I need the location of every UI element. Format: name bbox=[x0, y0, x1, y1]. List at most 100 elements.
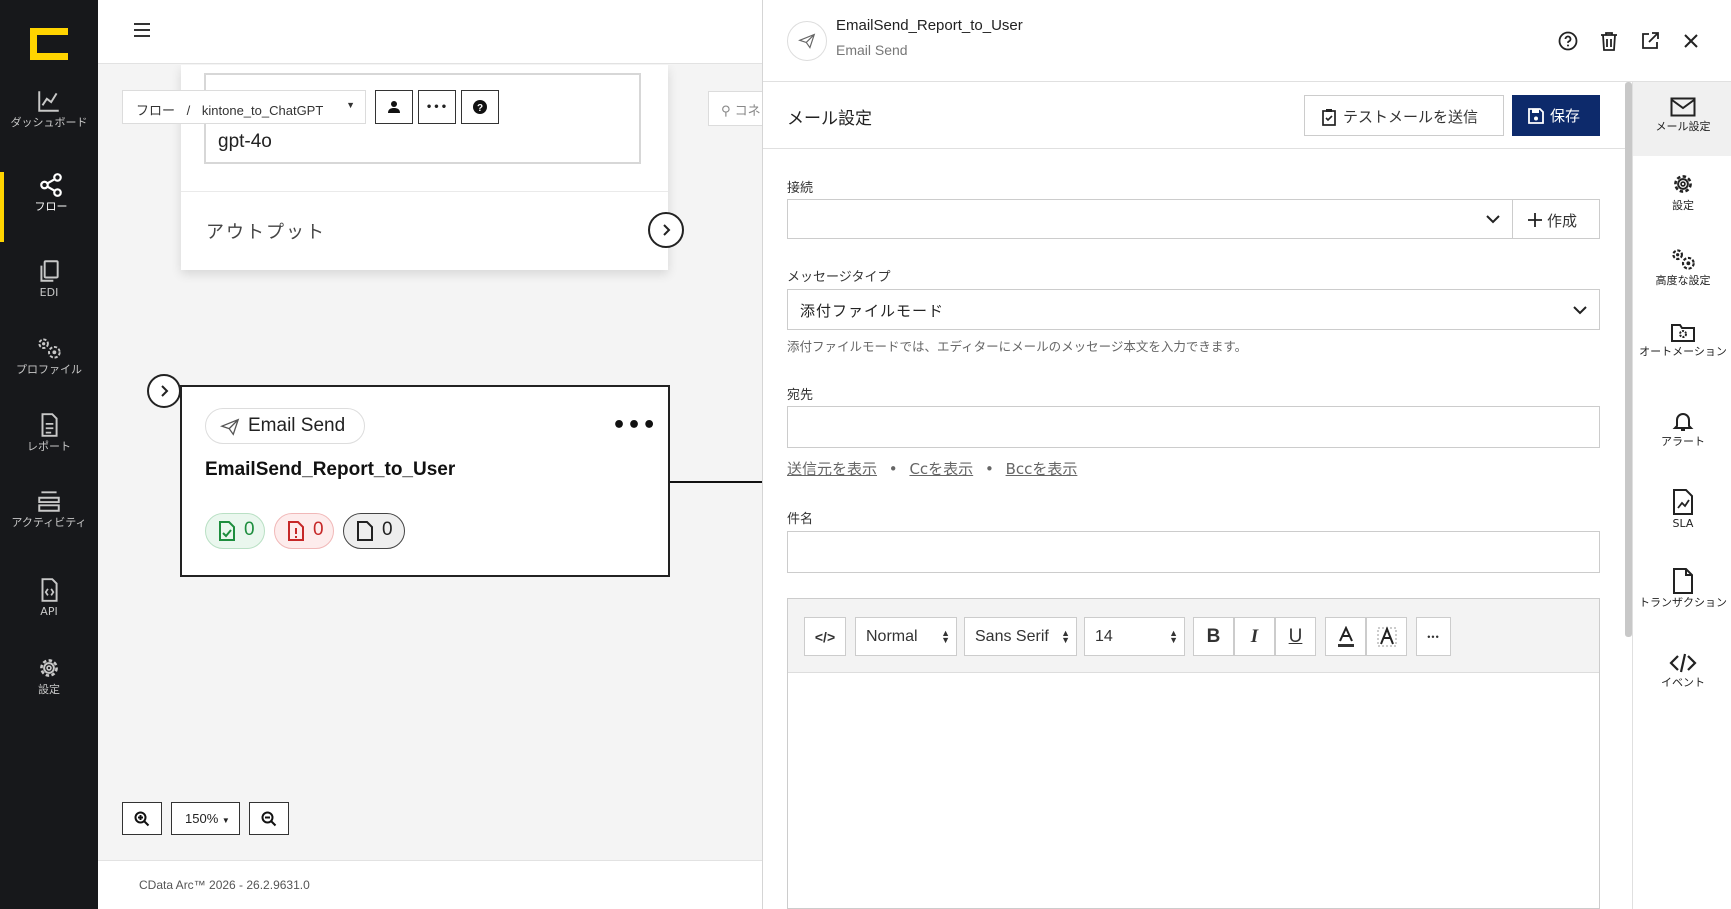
close-button[interactable] bbox=[1680, 30, 1702, 52]
sidebar-item-event[interactable]: イベント bbox=[1633, 638, 1731, 712]
sidebar-label: トランザクション bbox=[1639, 596, 1727, 609]
nav-item-api[interactable]: API bbox=[0, 577, 98, 647]
nav-label: API bbox=[40, 605, 58, 618]
sidebar-item-alert[interactable]: アラート bbox=[1633, 395, 1731, 469]
section-header: メール設定 テストメールを送信 保存 bbox=[763, 83, 1632, 149]
nav-item-flow[interactable]: フロー bbox=[0, 172, 98, 242]
sidebar-label: 高度な設定 bbox=[1655, 274, 1711, 287]
connector-name: EmailSend_Report_to_User bbox=[205, 459, 456, 480]
open-external-button[interactable] bbox=[1639, 30, 1661, 52]
nav-item-profile[interactable]: プロファイル bbox=[0, 335, 98, 405]
error-count: 0 bbox=[313, 519, 324, 540]
sidebar-item-transaction[interactable]: トランザクション bbox=[1633, 554, 1731, 628]
zoom-level-value: 150% bbox=[185, 811, 219, 826]
zoom-level-select[interactable]: 150% ▼ bbox=[171, 802, 240, 835]
panel-subtitle: Email Send bbox=[836, 42, 908, 58]
copy-icon bbox=[40, 260, 59, 282]
nav-item-dashboard[interactable]: ダッシュボード bbox=[0, 88, 98, 158]
nav-item-activity[interactable]: アクティビティ bbox=[0, 488, 98, 558]
more-options-button[interactable]: ••• bbox=[418, 90, 456, 124]
svg-text:?: ? bbox=[477, 103, 483, 114]
sidebar-item-automation[interactable]: オートメーション bbox=[1633, 307, 1731, 381]
font-select[interactable]: Sans Serif ▲ ▼ bbox=[964, 617, 1077, 656]
bold-icon: B bbox=[1206, 625, 1221, 647]
panel-scrollbar[interactable] bbox=[1625, 82, 1632, 637]
subject-input[interactable] bbox=[787, 531, 1600, 573]
gears-icon bbox=[1672, 249, 1695, 270]
background-color-button[interactable] bbox=[1366, 617, 1407, 656]
card-menu-button[interactable]: ••• bbox=[612, 413, 657, 438]
sidebar-label: 設定 bbox=[1672, 199, 1694, 212]
file-icon bbox=[357, 521, 373, 541]
sidebar-item-sla[interactable]: SLA bbox=[1633, 475, 1731, 549]
mail-icon bbox=[1670, 97, 1696, 117]
send-icon bbox=[798, 33, 816, 49]
connection-select[interactable] bbox=[787, 199, 1513, 239]
user-icon bbox=[388, 101, 400, 113]
bold-button[interactable]: B bbox=[1193, 617, 1234, 656]
output-label: アウトプット bbox=[206, 222, 326, 243]
format-value: Normal bbox=[866, 627, 918, 645]
address-links: 送信元を表示 • Ccを表示 • Bccを表示 bbox=[787, 458, 1077, 479]
question-circle-icon: ? bbox=[473, 100, 487, 114]
flow-canvas[interactable]: gpt-4o アウトプット フロー / kintone_to_ChatGPT ▼… bbox=[98, 65, 762, 860]
to-input[interactable] bbox=[787, 406, 1600, 448]
italic-button[interactable]: I bbox=[1234, 617, 1275, 656]
source-code-button[interactable]: </> bbox=[804, 617, 846, 656]
breadcrumb-root[interactable]: フロー bbox=[136, 103, 175, 118]
breadcrumb[interactable]: フロー / kintone_to_ChatGPT ▼ bbox=[122, 90, 366, 124]
question-circle-icon bbox=[1558, 31, 1578, 51]
left-nav: ダッシュボード フロー EDI プロファイル レポート アクティビティ API … bbox=[0, 0, 98, 909]
create-connection-button[interactable]: 作成 bbox=[1512, 199, 1600, 239]
highlight-icon bbox=[1377, 625, 1396, 646]
user-button[interactable] bbox=[375, 90, 413, 124]
error-count-badge[interactable]: 0 bbox=[274, 513, 334, 549]
message-type-select[interactable]: 添付ファイルモード bbox=[787, 289, 1600, 330]
zoom-out-button[interactable] bbox=[249, 802, 289, 835]
caret-down-icon: ▼ bbox=[221, 816, 230, 825]
nav-label: プロファイル bbox=[16, 363, 82, 376]
save-icon bbox=[1528, 108, 1544, 124]
sidebar-label: アラート bbox=[1661, 435, 1705, 448]
size-select[interactable]: 14 ▲ ▼ bbox=[1084, 617, 1185, 656]
success-count-badge[interactable]: 0 bbox=[205, 513, 265, 549]
nav-item-report[interactable]: レポート bbox=[0, 412, 98, 482]
close-icon bbox=[1684, 34, 1698, 48]
output-port-button[interactable] bbox=[648, 212, 684, 248]
breadcrumb-flow[interactable]: kintone_to_ChatGPT bbox=[202, 103, 323, 118]
cdata-logo[interactable] bbox=[30, 28, 68, 60]
zoom-in-button[interactable] bbox=[122, 802, 162, 835]
sidebar-item-mail-settings[interactable]: メール設定 bbox=[1633, 82, 1731, 156]
help-button[interactable]: ? bbox=[461, 90, 499, 124]
help-button[interactable] bbox=[1557, 30, 1579, 52]
delete-button[interactable] bbox=[1598, 30, 1620, 52]
canvas-search-input[interactable]: ⚲ コネ bbox=[708, 91, 762, 126]
gear-icon bbox=[1674, 175, 1692, 193]
email-send-card[interactable]: Email Send ••• EmailSend_Report_to_User … bbox=[180, 385, 670, 577]
show-bcc-link[interactable]: Bccを表示 bbox=[1006, 460, 1078, 478]
menu-icon[interactable] bbox=[134, 23, 150, 37]
input-port-button[interactable] bbox=[147, 374, 181, 408]
nav-item-settings[interactable]: 設定 bbox=[0, 655, 98, 725]
connector-panel: EmailSend_Report_to_User Email Send メール設… bbox=[762, 0, 1731, 909]
save-button[interactable]: 保存 bbox=[1512, 95, 1600, 136]
updown-icon: ▲ ▼ bbox=[941, 627, 950, 645]
format-select[interactable]: Normal ▲ ▼ bbox=[855, 617, 957, 656]
text-color-button[interactable] bbox=[1325, 617, 1366, 656]
underline-button[interactable]: U bbox=[1275, 617, 1316, 656]
show-cc-link[interactable]: Ccを表示 bbox=[909, 460, 973, 478]
gear-icon bbox=[40, 659, 58, 677]
sidebar-item-settings[interactable]: 設定 bbox=[1633, 157, 1731, 231]
send-icon bbox=[220, 418, 240, 436]
chart-file-icon bbox=[1673, 489, 1693, 515]
gears-icon bbox=[38, 338, 61, 359]
sidebar-item-advanced[interactable]: 高度な設定 bbox=[1633, 232, 1731, 306]
pending-count-badge[interactable]: 0 bbox=[343, 513, 405, 549]
font-value: Sans Serif bbox=[975, 627, 1049, 645]
more-tools-button[interactable]: ••• bbox=[1416, 617, 1451, 656]
chevron-right-icon bbox=[161, 385, 169, 397]
send-test-email-button[interactable]: テストメールを送信 bbox=[1304, 95, 1504, 136]
nav-item-edi[interactable]: EDI bbox=[0, 258, 98, 328]
show-from-link[interactable]: 送信元を表示 bbox=[787, 460, 877, 478]
connector-type-label: Email Send bbox=[248, 415, 346, 436]
